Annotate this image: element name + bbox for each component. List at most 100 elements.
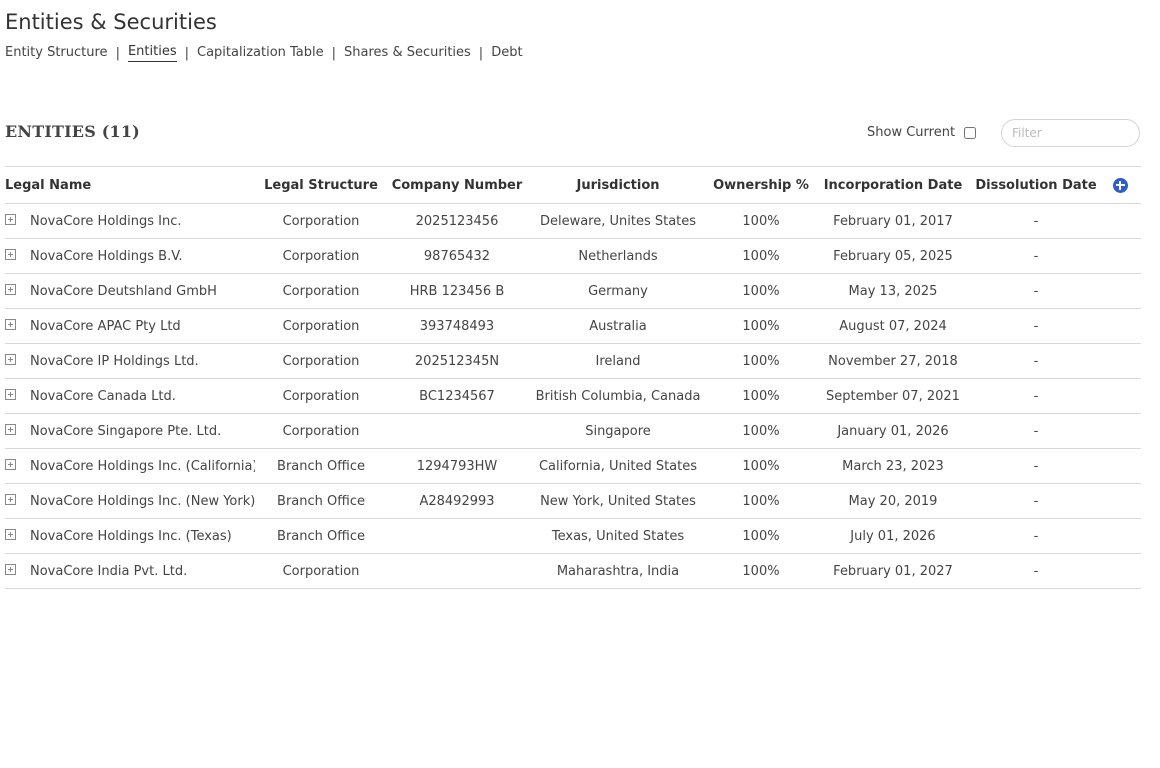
ownership-cell: 100% — [742, 213, 780, 229]
dissolution-date-cell: - — [1033, 458, 1039, 474]
company-number-cell: 202512345N — [414, 353, 500, 369]
expand-plus-icon[interactable] — [5, 529, 16, 540]
legal-name-cell: NovaCore Singapore Pte. Ltd. — [5, 414, 255, 449]
jurisdiction-cell: California, United States — [538, 458, 698, 474]
table-row[interactable]: NovaCore Holdings Inc. (Texas) Branch Off… — [5, 519, 1141, 554]
incorporation-date-cell: August 07, 2024 — [839, 318, 947, 334]
dissolution-date-cell: - — [1033, 423, 1039, 439]
row-actions-cell — [1099, 554, 1141, 589]
show-current-checkbox[interactable] — [964, 126, 977, 139]
expand-plus-icon[interactable] — [5, 459, 16, 470]
nav-shares-securities[interactable]: Shares & Securities — [344, 45, 471, 62]
expand-plus-icon[interactable] — [5, 424, 16, 435]
table-row[interactable]: NovaCore Singapore Pte. Ltd. Corporation S… — [5, 414, 1141, 449]
nav-entities[interactable]: Entities — [127, 44, 177, 62]
column-header-jurisdiction[interactable]: Jurisdiction — [527, 167, 709, 204]
legal-structure-cell: Corporation — [282, 353, 360, 369]
expand-plus-icon[interactable] — [5, 389, 16, 400]
company-number-cell: A28492993 — [419, 493, 495, 509]
ownership-cell: 100% — [742, 563, 780, 579]
legal-name-cell: NovaCore APAC Pty Ltd — [5, 309, 255, 344]
ownership-cell: 100% — [742, 388, 780, 404]
expand-plus-icon[interactable] — [5, 249, 16, 260]
expand-plus-icon[interactable] — [5, 284, 16, 295]
entity-name[interactable]: NovaCore Deutshland GmbH — [30, 284, 217, 299]
ownership-cell: 100% — [742, 353, 780, 369]
jurisdiction-cell: New York, United States — [540, 493, 696, 509]
ownership-cell: 100% — [742, 283, 780, 299]
column-header-legal-structure[interactable]: Legal Structure — [255, 167, 387, 204]
column-header-dissolution-date[interactable]: Dissolution Date — [973, 167, 1099, 204]
entity-name[interactable]: NovaCore Canada Ltd. — [30, 389, 176, 404]
company-number-cell — [387, 554, 527, 589]
row-actions-cell — [1099, 449, 1141, 484]
entity-name[interactable]: NovaCore APAC Pty Ltd — [30, 319, 181, 334]
column-header-incorporation-date[interactable]: Incorporation Date — [813, 167, 973, 204]
entity-name[interactable]: NovaCore IP Holdings Ltd. — [30, 354, 199, 369]
row-actions-cell — [1099, 204, 1141, 239]
entity-name[interactable]: NovaCore India Pvt. Ltd. — [30, 564, 187, 579]
page-title: Entities & Securities — [5, 10, 217, 34]
entity-name[interactable]: NovaCore Holdings Inc. (Texas) — [30, 529, 232, 544]
nav-capitalization-table[interactable]: Capitalization Table — [197, 45, 324, 62]
show-current-label: Show Current — [867, 125, 956, 140]
entity-name[interactable]: NovaCore Holdings Inc. (New York) — [30, 494, 255, 509]
entity-name[interactable]: NovaCore Singapore Pte. Ltd. — [30, 424, 221, 439]
column-header-ownership[interactable]: Ownership % — [709, 167, 813, 204]
expand-plus-icon[interactable] — [5, 494, 16, 505]
legal-name-cell: NovaCore Holdings Inc. (Texas) — [5, 519, 255, 554]
table-header-row: Legal Name Legal Structure Company Numbe… — [5, 166, 1141, 204]
legal-structure-cell: Branch Office — [277, 458, 365, 474]
legal-structure-cell: Corporation — [282, 388, 360, 404]
legal-name-cell: NovaCore Holdings Inc. — [5, 204, 255, 239]
table-row[interactable]: NovaCore APAC Pty Ltd Corporation 39374849… — [5, 309, 1141, 344]
incorporation-date-cell: May 13, 2025 — [848, 283, 938, 299]
table-row[interactable]: NovaCore Canada Ltd. Corporation BC1234567… — [5, 379, 1141, 414]
add-circle-icon[interactable] — [1112, 177, 1128, 193]
incorporation-date-cell: May 20, 2019 — [848, 493, 938, 509]
ownership-cell: 100% — [742, 528, 780, 544]
table-row[interactable]: NovaCore Deutshland GmbH Corporation HRB 1… — [5, 274, 1141, 309]
column-header-legal-name[interactable]: Legal Name — [5, 167, 255, 204]
expand-plus-icon[interactable] — [5, 319, 16, 330]
sub-navigation: Entity Structure | Entities | Capitaliza… — [5, 44, 523, 62]
company-number-cell — [387, 414, 527, 449]
entities-table-body: NovaCore Holdings Inc. Corporation 2025123… — [5, 204, 1141, 589]
legal-name-cell: NovaCore India Pvt. Ltd. — [5, 554, 255, 589]
incorporation-date-cell: February 05, 2025 — [833, 248, 953, 264]
jurisdiction-cell: Singapore — [585, 423, 651, 439]
legal-name-cell: NovaCore Canada Ltd. — [5, 379, 255, 414]
expand-plus-icon[interactable] — [5, 214, 16, 225]
nav-entity-structure[interactable]: Entity Structure — [5, 45, 108, 62]
expand-plus-icon[interactable] — [5, 354, 16, 365]
dissolution-date-cell: - — [1033, 213, 1039, 229]
entity-name[interactable]: NovaCore Holdings Inc. — [30, 214, 182, 229]
table-row[interactable]: NovaCore India Pvt. Ltd. Corporation Mahar… — [5, 554, 1141, 589]
column-header-company-number[interactable]: Company Number — [387, 167, 527, 204]
expand-plus-icon[interactable] — [5, 564, 16, 575]
legal-name-cell: NovaCore IP Holdings Ltd. — [5, 344, 255, 379]
row-actions-cell — [1099, 484, 1141, 519]
table-row[interactable]: NovaCore Holdings Inc. Corporation 2025123… — [5, 204, 1141, 239]
legal-structure-cell: Corporation — [282, 248, 360, 264]
row-actions-cell — [1099, 379, 1141, 414]
dissolution-date-cell: - — [1033, 248, 1039, 264]
company-number-cell: 1294793HW — [416, 458, 498, 474]
nav-debt[interactable]: Debt — [491, 45, 522, 62]
entity-name[interactable]: NovaCore Holdings B.V. — [30, 249, 183, 264]
table-row[interactable]: NovaCore Holdings Inc. (New York) Branch … — [5, 484, 1141, 519]
show-current-toggle[interactable]: Show Current — [867, 125, 977, 140]
company-number-cell: HRB 123456 B — [409, 283, 505, 299]
dissolution-date-cell: - — [1033, 528, 1039, 544]
incorporation-date-cell: September 07, 2021 — [826, 388, 960, 404]
table-row[interactable]: NovaCore Holdings Inc. (California) Branc… — [5, 449, 1141, 484]
ownership-cell: 100% — [742, 423, 780, 439]
company-number-cell: 98765432 — [423, 248, 491, 264]
entity-name[interactable]: NovaCore Holdings Inc. (California) — [30, 459, 255, 474]
row-actions-cell — [1099, 344, 1141, 379]
table-row[interactable]: NovaCore IP Holdings Ltd. Corporation 2025… — [5, 344, 1141, 379]
table-row[interactable]: NovaCore Holdings B.V. Corporation 9876543… — [5, 239, 1141, 274]
legal-structure-cell: Corporation — [282, 423, 360, 439]
incorporation-date-cell: February 01, 2027 — [833, 563, 953, 579]
filter-input[interactable] — [1001, 119, 1140, 147]
